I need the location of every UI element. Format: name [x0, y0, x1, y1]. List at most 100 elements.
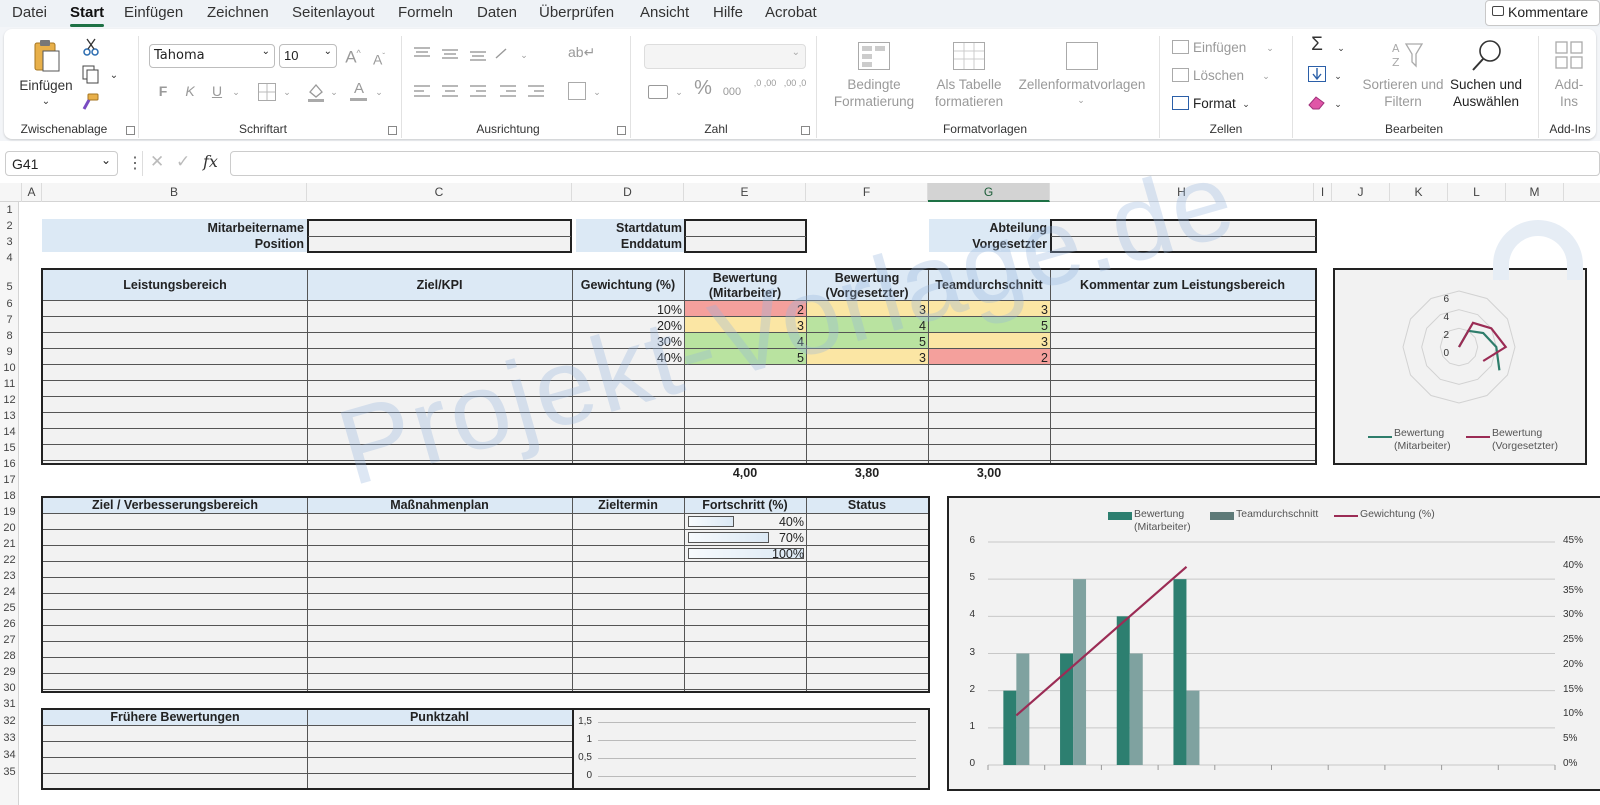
- row-header[interactable]: 34: [0, 749, 19, 761]
- menu-daten[interactable]: Daten: [477, 4, 517, 21]
- rating-supervisor-cell[interactable]: 4: [808, 319, 926, 333]
- merge-center-icon[interactable]: [568, 82, 586, 100]
- weight-cell[interactable]: 30%: [576, 335, 682, 349]
- column-header[interactable]: K: [1390, 183, 1448, 202]
- borders-icon[interactable]: [258, 83, 276, 101]
- row-header[interactable]: 18: [0, 490, 19, 502]
- rating-employee-cell[interactable]: 2: [686, 303, 804, 317]
- horizontal-align-icons[interactable]: [412, 84, 546, 100]
- row-header[interactable]: 33: [0, 732, 19, 744]
- row-header[interactable]: 23: [0, 570, 19, 582]
- row-header[interactable]: 7: [0, 314, 19, 326]
- cancel-icon[interactable]: ✕: [150, 152, 164, 172]
- format-painter-icon[interactable]: [80, 92, 100, 112]
- thousands-separator-button[interactable]: 000: [720, 84, 744, 101]
- sort-filter-button[interactable]: Sortieren und Filtern: [1355, 76, 1451, 110]
- menu-seitenlayout[interactable]: Seitenlayout: [292, 4, 375, 21]
- row-header[interactable]: 10: [0, 362, 19, 374]
- rating-supervisor-cell[interactable]: 3: [808, 351, 926, 365]
- combo-chart[interactable]: [947, 496, 1600, 791]
- row-header[interactable]: 9: [0, 346, 19, 358]
- row-header[interactable]: 21: [0, 538, 19, 550]
- column-header[interactable]: I: [1314, 183, 1332, 202]
- chevron-down-icon[interactable]: ⌄: [329, 84, 339, 101]
- font-size-select[interactable]: 10 ⌄: [279, 44, 337, 68]
- row-header[interactable]: 3: [0, 236, 19, 248]
- row-header[interactable]: 28: [0, 650, 19, 662]
- number-format-select[interactable]: ⌄: [644, 44, 806, 69]
- rating-supervisor-cell[interactable]: 3: [808, 303, 926, 317]
- column-header-selected[interactable]: G: [928, 183, 1050, 202]
- row-header[interactable]: 15: [0, 442, 19, 454]
- row-header[interactable]: 24: [0, 586, 19, 598]
- weight-cell[interactable]: 20%: [576, 319, 682, 333]
- clipboard-launcher-icon[interactable]: [126, 126, 135, 135]
- paste-icon[interactable]: [32, 38, 62, 74]
- font-launcher-icon[interactable]: [388, 126, 397, 135]
- chevron-down-icon[interactable]: ⌄: [592, 84, 602, 101]
- delete-cells-icon[interactable]: [1172, 68, 1189, 82]
- find-select-button[interactable]: Suchen und Auswählen: [1440, 76, 1532, 110]
- weight-cell[interactable]: 10%: [576, 303, 682, 317]
- column-header[interactable]: J: [1332, 183, 1390, 202]
- chevron-down-icon[interactable]: ⌄: [519, 47, 529, 64]
- insert-cells-button[interactable]: Einfügen: [1193, 39, 1253, 56]
- history-chart[interactable]: [572, 708, 930, 790]
- row-header[interactable]: 5: [0, 281, 19, 293]
- autosum-icon[interactable]: Σ: [1307, 35, 1327, 54]
- rating-supervisor-cell[interactable]: 5: [808, 335, 926, 349]
- chevron-down-icon[interactable]: ⌄: [282, 84, 292, 101]
- increase-decimal-button[interactable]: ,0 ,00: [753, 78, 777, 89]
- row-header[interactable]: 8: [0, 330, 19, 342]
- column-header[interactable]: D: [572, 183, 684, 202]
- column-header[interactable]: H: [1050, 183, 1314, 202]
- rating-employee-cell[interactable]: 3: [686, 319, 804, 333]
- confirm-icon[interactable]: ✓: [176, 152, 190, 172]
- row-header[interactable]: 35: [0, 766, 19, 778]
- column-header[interactable]: M: [1506, 183, 1564, 202]
- row-header[interactable]: 17: [0, 474, 19, 486]
- cell-styles-button[interactable]: Zellenformatvorlagen: [1014, 76, 1150, 93]
- copy-dropdown-icon[interactable]: ⌄: [108, 67, 120, 84]
- chevron-down-icon[interactable]: ⌄: [231, 84, 241, 101]
- row-header[interactable]: 19: [0, 506, 19, 518]
- chevron-down-icon[interactable]: ⌄: [1333, 68, 1343, 85]
- chevron-down-icon[interactable]: ⌄: [374, 84, 384, 101]
- font-name-select[interactable]: Tahoma ⌄: [149, 44, 275, 68]
- menu-ueberpruefen[interactable]: Überprüfen: [539, 4, 614, 21]
- column-header[interactable]: E: [684, 183, 806, 202]
- vertical-align-icons[interactable]: [412, 46, 508, 62]
- team-average-cell[interactable]: 5: [930, 319, 1048, 333]
- chevron-down-icon[interactable]: ⌄: [1241, 96, 1251, 113]
- format-as-table-icon[interactable]: [953, 42, 985, 70]
- team-average-cell[interactable]: 3: [930, 335, 1048, 349]
- insert-function-icon[interactable]: fx: [203, 152, 218, 171]
- wrap-text-icon[interactable]: ab↵: [568, 44, 595, 61]
- conditional-formatting-button[interactable]: Bedingte Formatierung: [822, 76, 926, 110]
- formula-input[interactable]: [230, 151, 1600, 176]
- chevron-down-icon[interactable]: ⌄: [1265, 40, 1275, 57]
- number-launcher-icon[interactable]: [801, 126, 810, 135]
- team-average-cell[interactable]: 2: [930, 351, 1048, 365]
- menu-ansicht[interactable]: Ansicht: [640, 4, 689, 21]
- row-header[interactable]: 26: [0, 618, 19, 630]
- menu-hilfe[interactable]: Hilfe: [713, 4, 743, 21]
- row-header[interactable]: 20: [0, 522, 19, 534]
- row-header[interactable]: 12: [0, 394, 19, 406]
- chevron-down-icon[interactable]: ⌄: [1261, 68, 1271, 85]
- row-header[interactable]: 13: [0, 410, 19, 422]
- paste-button[interactable]: Einfügen: [16, 77, 76, 94]
- sort-filter-icon[interactable]: AZ: [1390, 40, 1424, 70]
- cut-icon[interactable]: [82, 38, 100, 56]
- decrease-font-icon[interactable]: Aˇ: [369, 48, 389, 69]
- rating-employee-cell[interactable]: 4: [686, 335, 804, 349]
- fill-color-icon[interactable]: [306, 82, 326, 102]
- copy-icon[interactable]: [81, 65, 101, 85]
- menu-zeichnen[interactable]: Zeichnen: [207, 4, 269, 21]
- menu-acrobat[interactable]: Acrobat: [765, 4, 817, 21]
- name-box[interactable]: G41 ⌄: [5, 151, 118, 176]
- row-header[interactable]: 30: [0, 682, 19, 694]
- row-header[interactable]: 11: [0, 378, 19, 390]
- row-header[interactable]: 25: [0, 602, 19, 614]
- conditional-formatting-icon[interactable]: [858, 42, 890, 70]
